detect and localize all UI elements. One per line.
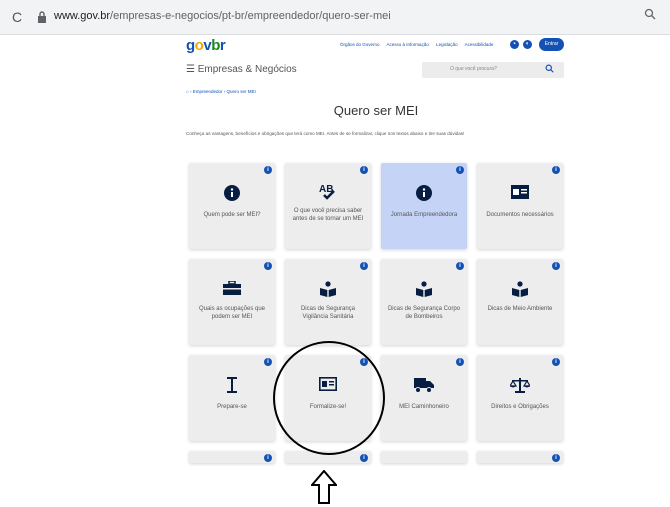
breadcrumb-empreendedor[interactable]: Empreendedor bbox=[193, 89, 223, 94]
annotation-circle bbox=[273, 341, 385, 455]
top-links: Órgãos do Governo Acesso à Informação Le… bbox=[340, 42, 499, 47]
breadcrumb-current: Quero ser MEI bbox=[226, 89, 256, 94]
search-icon[interactable] bbox=[644, 8, 656, 20]
search-placeholder: O que você procura? bbox=[450, 66, 497, 72]
card-label: Quem pode ser MEI? bbox=[203, 212, 261, 218]
card-partial[interactable]: i bbox=[189, 451, 275, 463]
card-label: Quais as ocupações que podem ser MEI bbox=[198, 306, 266, 320]
i-cursor-icon bbox=[227, 377, 237, 393]
link-legislacao[interactable]: Legislação bbox=[436, 42, 458, 47]
info-icon[interactable]: i bbox=[360, 454, 368, 462]
entrar-button[interactable]: Entrar bbox=[539, 38, 564, 51]
card-jornada[interactable]: i Jornada Empreendedora bbox=[381, 163, 467, 249]
card-quem-pode[interactable]: i Quem pode ser MEI? bbox=[189, 163, 275, 249]
card-partial[interactable] bbox=[381, 451, 467, 463]
page-title: Quero ser MEI bbox=[333, 103, 419, 118]
info-icon[interactable]: i bbox=[264, 262, 272, 270]
book-reader-icon bbox=[320, 281, 336, 297]
card-corpo-bombeiros[interactable]: i Dicas de Segurança Corpo de Bombeiros bbox=[381, 259, 467, 345]
url-host: www.gov.br bbox=[54, 10, 111, 22]
info-icon[interactable]: i bbox=[264, 454, 272, 462]
search-icon[interactable] bbox=[545, 64, 554, 73]
card-label: O que você precisa saber antes de se tor… bbox=[292, 208, 364, 222]
info-icon[interactable]: i bbox=[552, 454, 560, 462]
card-label: MEI Caminhoneiro bbox=[399, 404, 449, 410]
link-orgaos[interactable]: Órgãos do Governo bbox=[340, 42, 380, 47]
card-caminhoneiro[interactable]: i MEI Caminhoneiro bbox=[381, 355, 467, 441]
info-icon[interactable]: i bbox=[360, 166, 368, 174]
info-circle-icon bbox=[224, 185, 240, 201]
info-icon[interactable]: i bbox=[456, 166, 464, 174]
menu-toggle[interactable]: ☰ Empresas & Negócios bbox=[186, 64, 297, 75]
info-icon[interactable]: i bbox=[360, 262, 368, 270]
link-acesso-informacao[interactable]: Acesso à Informação bbox=[387, 42, 429, 47]
lock-icon bbox=[38, 11, 46, 23]
card-label: Dicas de Segurança Vigilância Sanitária bbox=[300, 306, 356, 320]
card-label: Documentos necessários bbox=[486, 212, 554, 218]
hamburger-icon[interactable]: ☰ bbox=[186, 64, 195, 75]
card-documentos[interactable]: i Documentos necessários bbox=[477, 163, 563, 249]
card-label: Prepare-se bbox=[217, 404, 247, 410]
reload-icon[interactable]: C bbox=[12, 9, 22, 25]
card-ocupacoes[interactable]: i Quais as ocupações que podem ser MEI bbox=[189, 259, 275, 345]
info-icon[interactable]: i bbox=[552, 166, 560, 174]
card-label: Dicas de Segurança Corpo de Bombeiros bbox=[387, 306, 461, 320]
up-arrow-icon bbox=[311, 470, 337, 504]
card-label: Dicas de Meio Ambiente bbox=[487, 306, 553, 312]
balance-scale-icon bbox=[508, 378, 532, 393]
id-card-icon bbox=[511, 185, 529, 199]
info-icon[interactable]: i bbox=[264, 166, 272, 174]
card-partial[interactable]: i bbox=[477, 451, 563, 463]
info-icon[interactable]: i bbox=[552, 262, 560, 270]
breadcrumb: ⌂ › Empreendedor › Quero ser MEI bbox=[186, 89, 256, 94]
truck-icon bbox=[414, 378, 434, 393]
info-icon[interactable]: i bbox=[456, 358, 464, 366]
search-input[interactable]: O que você procura? bbox=[422, 62, 564, 78]
book-reader-icon bbox=[512, 281, 528, 297]
card-o-que-precisa[interactable]: i AB O que você precisa saber antes de s… bbox=[285, 163, 371, 249]
card-direitos-obrigacoes[interactable]: i Direitos e Obrigações bbox=[477, 355, 563, 441]
site-name: Empresas & Negócios bbox=[197, 64, 297, 75]
grid-apps-icon[interactable]: ▪ bbox=[510, 40, 519, 49]
link-acessibilidade[interactable]: Acessibilidade bbox=[465, 42, 494, 47]
address-bar[interactable]: www.gov.br/empresas-e-negocios/pt-br/emp… bbox=[54, 10, 391, 22]
url-path: /empresas-e-negocios/pt-br/empreendedor/… bbox=[110, 10, 391, 22]
card-label: Direitos e Obrigações bbox=[491, 404, 549, 410]
intro-text: Conheça as vantagens, benefícios e obrig… bbox=[186, 131, 465, 136]
ab-check-icon: AB bbox=[319, 184, 335, 200]
info-circle-icon bbox=[416, 185, 432, 201]
info-icon[interactable]: i bbox=[552, 358, 560, 366]
info-icon[interactable]: i bbox=[264, 358, 272, 366]
contrast-icon[interactable]: ◐ bbox=[523, 40, 532, 49]
card-vigilancia-sanitaria[interactable]: i Dicas de Segurança Vigilância Sanitári… bbox=[285, 259, 371, 345]
card-label: Jornada Empreendedora bbox=[390, 212, 458, 218]
browser-toolbar: C www.gov.br/empresas-e-negocios/pt-br/e… bbox=[0, 0, 670, 35]
info-icon[interactable]: i bbox=[456, 262, 464, 270]
briefcase-icon bbox=[223, 280, 241, 295]
card-meio-ambiente[interactable]: i Dicas de Meio Ambiente bbox=[477, 259, 563, 345]
govbr-logo[interactable]: govbr bbox=[186, 37, 226, 54]
card-prepare-se[interactable]: i Prepare-se bbox=[189, 355, 275, 441]
home-icon[interactable]: ⌂ bbox=[186, 89, 189, 94]
book-reader-icon bbox=[416, 281, 432, 297]
